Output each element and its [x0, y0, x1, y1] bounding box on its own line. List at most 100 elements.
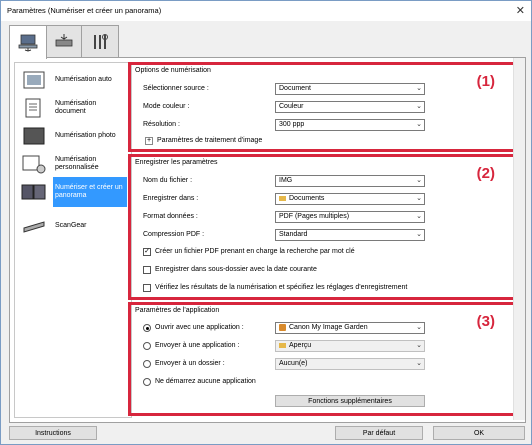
sidebar-item-scangear[interactable]: ScanGear [15, 213, 129, 239]
settings-window: Paramètres (Numériser et créer un panora… [0, 0, 532, 445]
color-mode-label: Mode couleur : [143, 103, 190, 110]
sidebar-item-label: Numérisation document [55, 99, 97, 115]
settings-content: Numérisation auto Numérisation document … [9, 57, 526, 423]
chevron-down-icon: ⌄ [416, 213, 422, 220]
chevron-down-icon: ⌄ [416, 85, 422, 92]
filename-label: Nom du fichier : [143, 177, 193, 184]
verify-results-label: Vérifiez les résultats de la numérisatio… [155, 284, 408, 291]
image-settings-label[interactable]: Paramètres de traitement d'image [157, 137, 262, 144]
tab-tools[interactable] [81, 25, 119, 57]
no-app-radio[interactable] [143, 378, 151, 386]
subfolder-checkbox[interactable] [143, 266, 151, 274]
sidebar-item-auto-scan[interactable]: Numérisation auto [15, 67, 129, 93]
filename-value: IMG [279, 177, 293, 184]
save-in-label: Enregistrer dans : [143, 195, 199, 202]
ok-button[interactable]: OK [433, 426, 525, 440]
resolution-value: 300 ppp [279, 121, 305, 128]
format-dropdown[interactable]: PDF (Pages multiples) ⌄ [275, 211, 425, 223]
defaults-button[interactable]: Par défaut [335, 426, 423, 440]
chevron-down-icon: ⌄ [416, 121, 422, 128]
send-app-value: Aperçu [289, 342, 312, 349]
scan-options-title: Options de numérisation [135, 67, 211, 74]
chevron-down-icon: ⌄ [416, 195, 422, 202]
custom-scan-icon [22, 155, 46, 174]
tools-icon [94, 33, 108, 49]
scan-mode-list: Numérisation auto Numérisation document … [14, 62, 132, 418]
resolution-label: Résolution : [143, 121, 180, 128]
sidebar-item-label: Numériser et créer un panorama [53, 177, 127, 207]
sidebar-item-document-scan[interactable]: Numérisation document [15, 95, 129, 121]
scanner-computer-icon [18, 34, 38, 52]
source-dropdown[interactable]: Document ⌄ [275, 83, 425, 95]
scanner-icon [55, 33, 73, 46]
close-icon[interactable]: ✕ [516, 4, 525, 17]
resolution-dropdown[interactable]: 300 ppp ⌄ [275, 119, 425, 131]
compression-value: Standard [279, 231, 308, 238]
send-folder-value: Aucun(e) [279, 360, 308, 367]
save-settings-section: Enregistrer les paramètres (2) Nom du fi… [128, 154, 518, 300]
sidebar-item-label: Numérisation auto [55, 75, 112, 83]
section-number: (2) [476, 165, 495, 182]
no-app-label: Ne démarrez aucune application [155, 378, 256, 385]
more-functions-button[interactable]: Fonctions supplémentaires [275, 395, 425, 407]
photo-scan-icon [23, 127, 45, 145]
source-value: Document [279, 85, 311, 92]
save-in-value: Documents [289, 195, 325, 202]
instructions-button[interactable]: Instructions [9, 426, 97, 440]
send-folder-label: Envoyer à un dossier : [155, 360, 225, 367]
scangear-icon [23, 221, 45, 233]
open-app-label: Ouvrir avec une application : [155, 324, 244, 331]
open-app-dropdown[interactable]: Canon My Image Garden ⌄ [275, 322, 425, 334]
section-number: (3) [476, 313, 495, 330]
keyword-search-label: Créer un fichier PDF prenant en charge l… [155, 248, 355, 255]
subfolder-label: Enregistrer dans sous-dossier avec la da… [155, 266, 317, 273]
chevron-down-icon: ⌄ [416, 342, 422, 349]
tab-scan[interactable] [9, 25, 47, 59]
filename-combo[interactable]: IMG ⌄ [275, 175, 425, 187]
window-title: Paramètres (Numériser et créer un panora… [7, 6, 162, 15]
verify-results-checkbox[interactable] [143, 284, 151, 292]
save-settings-title: Enregistrer les paramètres [135, 159, 218, 166]
color-mode-value: Couleur [279, 103, 304, 110]
open-app-radio[interactable] [143, 324, 151, 332]
source-label: Sélectionner source : [143, 85, 209, 92]
keyword-search-checkbox[interactable]: ✓ [143, 248, 151, 256]
compression-label: Compression PDF : [143, 231, 205, 238]
document-scan-icon [25, 98, 41, 118]
section-number: (1) [476, 73, 495, 90]
sidebar-item-label: Numérisation personnalisée [55, 155, 99, 171]
chevron-down-icon: ⌄ [416, 324, 422, 331]
app-settings-title: Paramètres de l'application [135, 307, 220, 314]
sidebar-item-photo-scan[interactable]: Numérisation photo [15, 123, 129, 149]
sidebar-item-label: ScanGear [55, 221, 87, 229]
send-app-radio[interactable] [143, 342, 151, 350]
my-image-garden-icon [279, 323, 286, 331]
send-app-label: Envoyer à une application : [155, 342, 240, 349]
open-app-value: Canon My Image Garden [289, 324, 368, 331]
preview-app-icon [279, 342, 286, 348]
sidebar-item-panorama[interactable]: Numériser et créer un panorama [15, 177, 129, 207]
format-label: Format données : [143, 213, 198, 220]
sidebar-item-label: Numérisation photo [55, 131, 116, 139]
title-bar: Paramètres (Numériser et créer un panora… [1, 1, 531, 21]
send-folder-radio[interactable] [143, 360, 151, 368]
app-settings-section: Paramètres de l'application (3) Ouvrir a… [128, 302, 518, 416]
chevron-down-icon: ⌄ [416, 231, 422, 238]
scan-options-section: Options de numérisation (1) Sélectionner… [128, 62, 518, 152]
format-value: PDF (Pages multiples) [279, 213, 350, 220]
auto-scan-icon [23, 71, 45, 89]
sidebar-item-custom-scan[interactable]: Numérisation personnalisée [15, 151, 129, 177]
folder-icon [279, 195, 286, 201]
tab-scanner[interactable] [45, 25, 83, 57]
panorama-icon [21, 184, 46, 200]
color-mode-dropdown[interactable]: Couleur ⌄ [275, 101, 425, 113]
send-folder-dropdown[interactable]: Aucun(e) ⌄ [275, 358, 425, 370]
expand-plus-icon[interactable]: + [145, 137, 153, 145]
send-app-dropdown[interactable]: Aperçu ⌄ [275, 340, 425, 352]
vertical-scrollbar[interactable] [513, 58, 525, 420]
compression-dropdown[interactable]: Standard ⌄ [275, 229, 425, 241]
chevron-down-icon: ⌄ [416, 103, 422, 110]
chevron-down-icon: ⌄ [416, 177, 422, 184]
save-in-dropdown[interactable]: Documents ⌄ [275, 193, 425, 205]
chevron-down-icon: ⌄ [416, 360, 422, 367]
